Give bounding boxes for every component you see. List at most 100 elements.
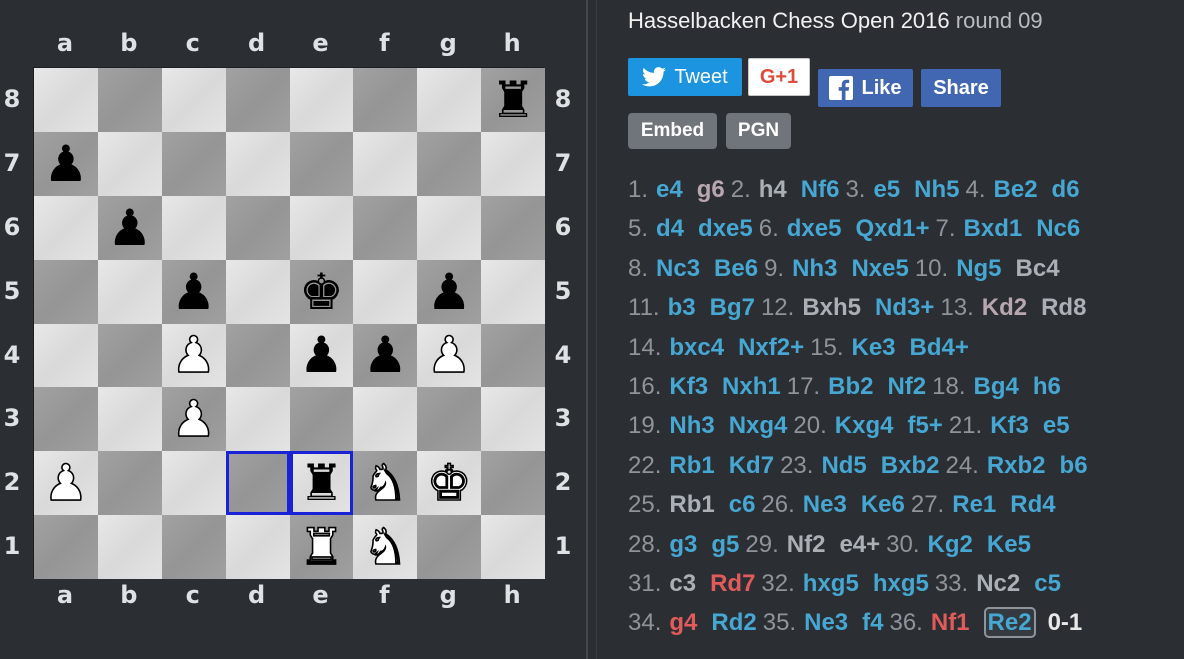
move[interactable]: Ng5 (956, 255, 1001, 282)
white-pawn-icon[interactable]: ♟ (43, 457, 89, 509)
square-c8[interactable] (161, 68, 226, 132)
black-rook-icon[interactable]: ♜ (491, 75, 536, 125)
square-b3[interactable] (97, 387, 162, 452)
facebook-share-button[interactable]: Share (921, 69, 1001, 107)
black-pawn-icon[interactable]: ♟ (299, 330, 344, 380)
move[interactable]: Nf6 (801, 176, 840, 203)
square-d3[interactable] (225, 387, 290, 452)
square-e3[interactable] (289, 387, 354, 452)
square-e5[interactable]: ♚ (289, 259, 354, 324)
move[interactable]: Be2 (994, 176, 1038, 203)
move[interactable]: g3 (669, 531, 697, 558)
move[interactable]: Nd5 (821, 452, 866, 479)
move[interactable]: d4 (656, 215, 684, 242)
square-a1[interactable] (34, 515, 98, 579)
white-pawn-icon[interactable]: ♟ (170, 394, 216, 446)
white-rook-icon[interactable]: ♜ (298, 521, 344, 573)
square-e1[interactable]: ♜ (289, 515, 354, 579)
square-a8[interactable] (34, 68, 98, 132)
move[interactable]: Re1 (952, 491, 996, 518)
black-pawn-icon[interactable]: ♟ (107, 203, 152, 253)
move[interactable]: Kxg4 (835, 412, 894, 439)
move[interactable]: g4 (669, 609, 697, 636)
square-d8[interactable] (225, 68, 290, 132)
square-f8[interactable] (353, 68, 418, 132)
chess-board[interactable]: ♜ ♟ ♟ ♟ ♚ ♟ ♟ ♟ ♟ ♟ ♟ ♟ ♜ ♞ ♚ ♜ ♞ (33, 67, 545, 579)
square-b5[interactable] (97, 259, 162, 324)
square-c7[interactable] (161, 131, 226, 196)
square-c1[interactable] (161, 515, 226, 579)
square-a5[interactable] (34, 259, 98, 324)
move[interactable]: Nf2 (787, 531, 826, 558)
move[interactable]: Nxf2+ (738, 334, 804, 361)
move[interactable]: Bxh5 (802, 294, 861, 321)
square-a4[interactable] (34, 323, 98, 388)
square-g1[interactable] (417, 515, 482, 579)
square-g2[interactable]: ♚ (417, 451, 482, 516)
square-g7[interactable] (417, 131, 482, 196)
move[interactable]: Nf2 (887, 373, 926, 400)
move[interactable]: c6 (729, 491, 756, 518)
square-a2[interactable]: ♟ (34, 451, 98, 516)
square-e7[interactable] (289, 131, 354, 196)
square-f5[interactable] (353, 259, 418, 324)
square-d4[interactable] (225, 323, 290, 388)
square-g6[interactable] (417, 195, 482, 260)
square-h3[interactable] (481, 387, 545, 452)
square-d5[interactable] (225, 259, 290, 324)
move[interactable]: Nd3+ (875, 294, 934, 321)
square-b4[interactable] (97, 323, 162, 388)
black-pawn-icon[interactable]: ♟ (363, 330, 408, 380)
move[interactable]: bxc4 (669, 334, 724, 361)
square-f7[interactable] (353, 131, 418, 196)
embed-button[interactable]: Embed (628, 113, 717, 149)
move[interactable]: Ke3 (852, 334, 896, 361)
pgn-button[interactable]: PGN (726, 113, 791, 149)
move[interactable]: hxg5 (873, 570, 929, 597)
move[interactable]: dxe5 (787, 215, 842, 242)
square-h7[interactable] (481, 131, 545, 196)
square-g4[interactable]: ♟ (417, 323, 482, 388)
square-c4[interactable]: ♟ (161, 323, 226, 388)
move[interactable]: e4+ (839, 531, 880, 558)
move[interactable]: b6 (1060, 452, 1088, 479)
move[interactable]: c5 (1034, 570, 1061, 597)
move[interactable]: Nc2 (976, 570, 1020, 597)
move[interactable]: f4 (862, 609, 883, 636)
square-e8[interactable] (289, 68, 354, 132)
google-plus-button[interactable]: G+1 (748, 58, 810, 96)
move[interactable]: Nxg4 (729, 412, 788, 439)
square-f1[interactable]: ♞ (353, 515, 418, 579)
square-f3[interactable] (353, 387, 418, 452)
square-g8[interactable] (417, 68, 482, 132)
square-h4[interactable] (481, 323, 545, 388)
square-f2[interactable]: ♞ (353, 451, 418, 516)
facebook-like-button[interactable]: Like (818, 69, 913, 107)
square-c2[interactable] (161, 451, 226, 516)
move[interactable]: Nh5 (914, 176, 959, 203)
square-f4[interactable]: ♟ (353, 323, 418, 388)
move[interactable]: Rd2 (711, 609, 756, 636)
square-d1[interactable] (225, 515, 290, 579)
move[interactable]: Nh3 (792, 255, 837, 282)
move[interactable]: Nc3 (656, 255, 700, 282)
square-h2[interactable] (481, 451, 545, 516)
square-f6[interactable] (353, 195, 418, 260)
square-b7[interactable] (97, 131, 162, 196)
move[interactable]: g6 (697, 176, 725, 203)
black-pawn-icon[interactable]: ♟ (171, 267, 216, 317)
square-b8[interactable] (97, 68, 162, 132)
move[interactable]: h6 (1033, 373, 1061, 400)
square-c3[interactable]: ♟ (161, 387, 226, 452)
move[interactable]: Nxh1 (722, 373, 781, 400)
square-a3[interactable] (34, 387, 98, 452)
move[interactable]: Kg2 (928, 531, 973, 558)
move[interactable]: dxe5 (698, 215, 753, 242)
move[interactable]: Rd7 (710, 570, 755, 597)
move[interactable]: Nf1 (931, 609, 970, 636)
move[interactable]: Kd7 (729, 452, 774, 479)
black-rook-icon[interactable]: ♜ (299, 458, 344, 508)
move[interactable]: Ke6 (861, 491, 905, 518)
move[interactable]: Rb1 (669, 491, 714, 518)
move[interactable]: Ne3 (804, 609, 848, 636)
